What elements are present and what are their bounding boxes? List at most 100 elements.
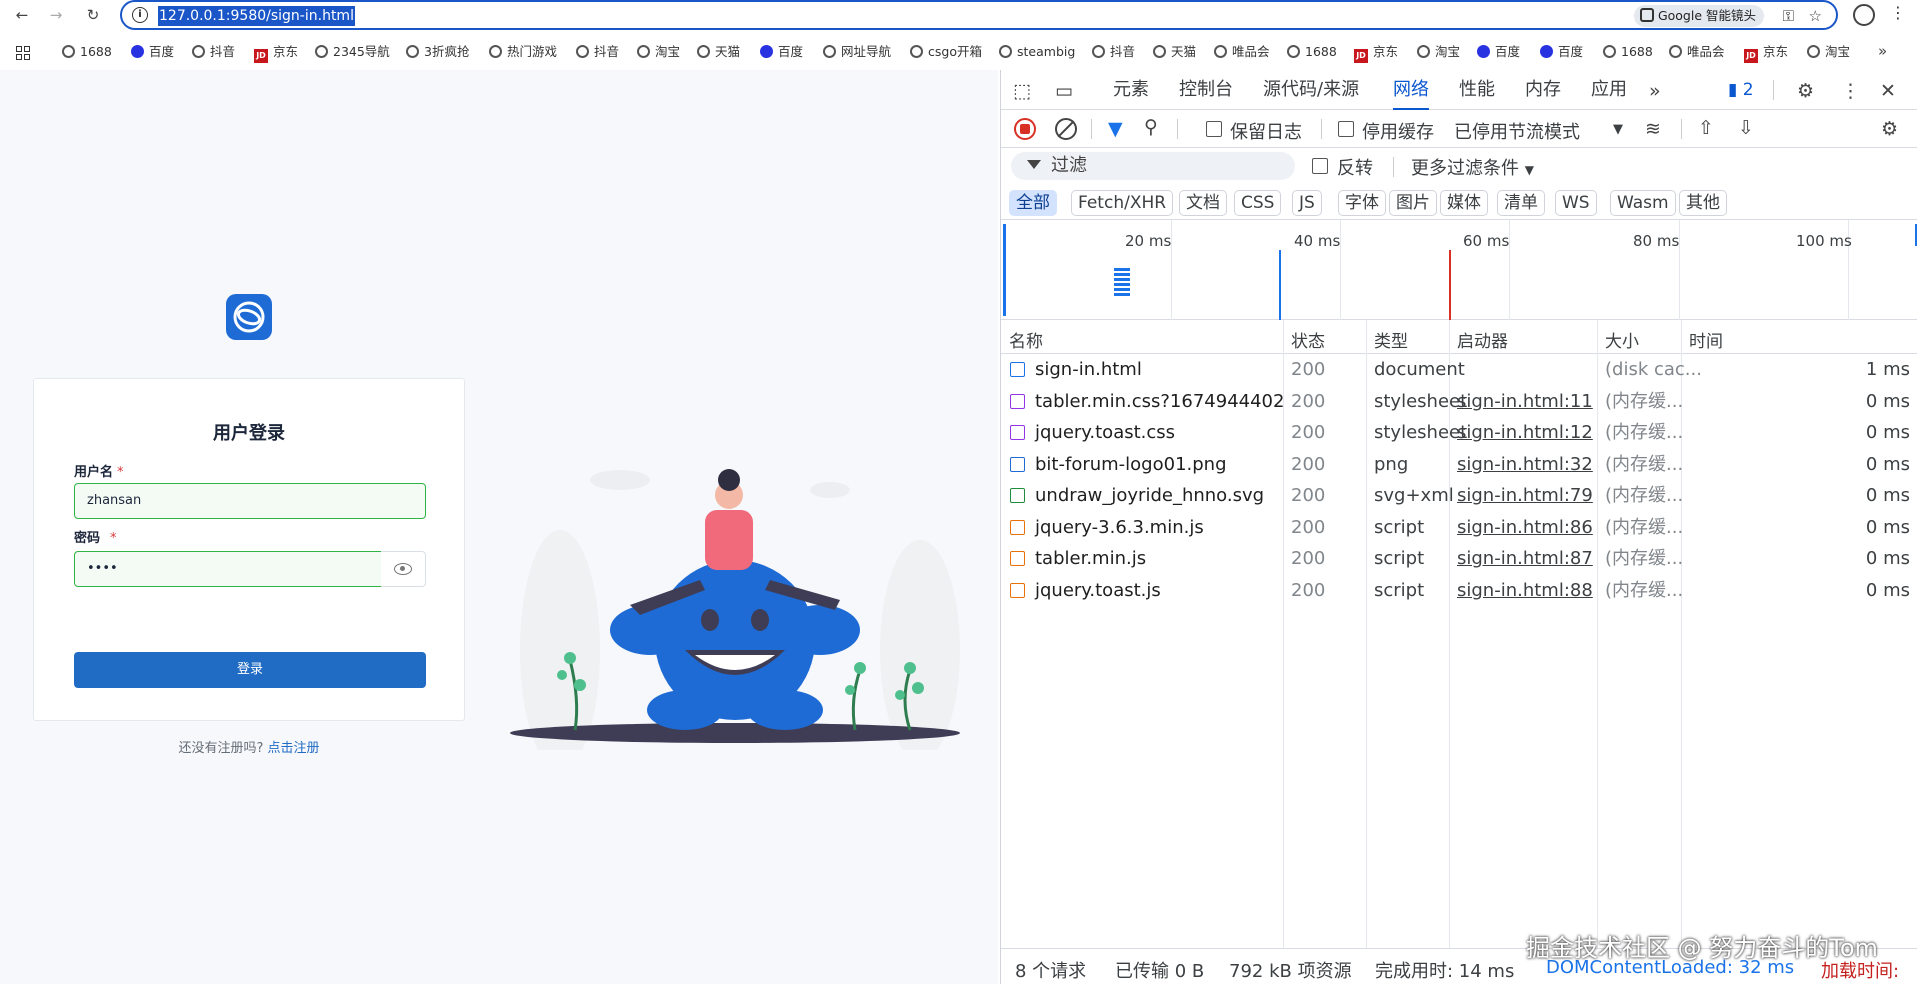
register-link[interactable]: 点击注册 — [268, 741, 320, 756]
bookmark-item[interactable]: 3折疯抢 — [406, 43, 469, 61]
bookmark-item[interactable]: 唯品会 — [1669, 43, 1725, 61]
messages-badge[interactable]: ▮ 2 — [1728, 80, 1754, 100]
type-filter-chip[interactable]: 媒体 — [1440, 190, 1488, 216]
bookmark-item[interactable]: JD 京东 — [254, 43, 298, 63]
disable-cache-checkbox[interactable] — [1338, 121, 1354, 137]
table-row[interactable]: sign-in.html 200 document (disk cac... 1 ms — [1001, 354, 1917, 385]
tab-performance[interactable]: 性能 — [1459, 70, 1495, 110]
username-input[interactable]: zhansan — [74, 483, 426, 519]
type-filter-chip[interactable]: Wasm — [1610, 190, 1676, 216]
google-lens-chip[interactable]: Google 智能镜头 — [1633, 5, 1764, 27]
bookmark-item[interactable]: 2345导航 — [315, 43, 390, 61]
cell-initiator[interactable]: sign-in.html:11 — [1457, 386, 1593, 417]
tab-memory[interactable]: 内存 — [1525, 70, 1561, 110]
forward-icon[interactable]: → — [46, 5, 66, 25]
table-row[interactable]: jquery.toast.css 200 stylesheet sign-in.htm… — [1001, 417, 1917, 448]
bookmark-item[interactable]: csgo开箱 — [910, 43, 982, 61]
network-conditions-icon[interactable]: ≋ — [1645, 118, 1661, 140]
bookmark-item[interactable]: 1688 — [1287, 43, 1337, 61]
bookmark-item[interactable]: 热门游戏 — [489, 43, 557, 61]
more-filters-dropdown[interactable]: 更多过滤条件 ▼ — [1411, 154, 1534, 180]
cell-initiator[interactable]: sign-in.html:86 — [1457, 512, 1593, 543]
clear-icon[interactable] — [1055, 118, 1077, 140]
type-filter-chip[interactable]: JS — [1292, 190, 1322, 216]
bookmark-item[interactable]: 天猫 — [697, 43, 740, 61]
bookmark-item[interactable]: 百度 — [1477, 43, 1520, 61]
type-filter-chip[interactable]: Fetch/XHR — [1071, 190, 1174, 216]
tab-sources[interactable]: 源代码/来源 — [1263, 70, 1359, 110]
bookmark-item[interactable]: 天猫 — [1153, 43, 1196, 61]
back-icon[interactable]: ← — [12, 5, 32, 25]
bookmark-star-icon[interactable]: ☆ — [1809, 7, 1822, 25]
close-devtools-icon[interactable]: ✕ — [1880, 80, 1896, 102]
throttle-dropdown-icon[interactable]: ▼ — [1613, 122, 1623, 137]
devtools-menu-icon[interactable]: ⋮ — [1841, 80, 1860, 102]
bookmark-item[interactable]: 抖音 — [576, 43, 619, 61]
type-filter-chip[interactable]: 清单 — [1497, 190, 1545, 216]
type-filter-chip[interactable]: 文档 — [1179, 190, 1227, 216]
bookmark-item[interactable]: 淘宝 — [1417, 43, 1460, 61]
bookmark-item[interactable]: 淘宝 — [637, 43, 680, 61]
more-bookmarks-icon[interactable]: » — [1878, 42, 1887, 60]
password-input[interactable]: •••• — [74, 551, 382, 587]
table-row[interactable]: bit-forum-logo01.png 200 png sign-in.html:3… — [1001, 449, 1917, 480]
tab-elements[interactable]: 元素 — [1113, 70, 1149, 110]
filter-funnel-icon[interactable]: ▼ — [1108, 118, 1123, 140]
network-settings-icon[interactable]: ⚙ — [1881, 118, 1898, 140]
col-time[interactable]: 时间 — [1689, 327, 1723, 352]
cell-initiator[interactable]: sign-in.html:79 — [1457, 480, 1593, 511]
col-initiator[interactable]: 启动器 — [1457, 327, 1508, 352]
bookmark-item[interactable]: 百度 — [1540, 43, 1583, 61]
device-toolbar-icon[interactable]: ▭ — [1055, 80, 1073, 102]
bookmark-item[interactable]: 1688 — [62, 43, 112, 61]
show-password-button[interactable] — [381, 551, 426, 587]
cell-initiator[interactable]: sign-in.html:32 — [1457, 449, 1593, 480]
bookmark-item[interactable]: 1688 — [1603, 43, 1653, 61]
bookmark-item[interactable]: 抖音 — [1092, 43, 1135, 61]
cell-initiator[interactable]: sign-in.html:12 — [1457, 417, 1593, 448]
tab-network[interactable]: 网络 — [1393, 70, 1429, 110]
type-filter-chip[interactable]: 图片 — [1389, 190, 1437, 216]
reload-icon[interactable]: ↻ — [83, 5, 103, 25]
login-button[interactable]: 登录 — [74, 652, 426, 688]
bookmark-item[interactable]: JD 京东 — [1744, 43, 1788, 63]
bookmark-item[interactable]: steambig — [999, 43, 1075, 61]
url-text[interactable]: 127.0.0.1:9580/sign-in.html — [158, 6, 355, 26]
table-row[interactable]: jquery.toast.js 200 script sign-in.html:88 (… — [1001, 575, 1917, 606]
profile-avatar-icon[interactable] — [1853, 4, 1875, 26]
col-type[interactable]: 类型 — [1374, 327, 1408, 352]
type-filter-chip[interactable]: 全部 — [1009, 190, 1057, 216]
type-filter-chip[interactable]: 其他 — [1679, 190, 1727, 216]
search-icon[interactable]: ⚲ — [1144, 116, 1158, 138]
cell-initiator[interactable]: sign-in.html:88 — [1457, 575, 1593, 606]
col-size[interactable]: 大小 — [1605, 327, 1639, 352]
bookmark-item[interactable]: JD 京东 — [1354, 43, 1398, 63]
import-har-icon[interactable]: ⇧ — [1698, 117, 1714, 139]
more-tabs-icon[interactable]: » — [1649, 80, 1661, 102]
throttle-select[interactable]: 已停用节流模式 — [1454, 118, 1580, 144]
tab-console[interactable]: 控制台 — [1179, 70, 1233, 110]
type-filter-chip[interactable]: CSS — [1234, 190, 1282, 216]
bookmark-item[interactable]: 抖音 — [192, 43, 235, 61]
settings-gear-icon[interactable]: ⚙ — [1797, 80, 1814, 102]
password-key-icon[interactable]: ⚿ — [1783, 7, 1794, 25]
site-info-icon[interactable]: i — [132, 7, 148, 23]
type-filter-chip[interactable]: WS — [1555, 190, 1597, 216]
bookmark-item[interactable]: 百度 — [760, 43, 803, 61]
bookmark-item[interactable]: 淘宝 — [1807, 43, 1850, 61]
tab-application[interactable]: 应用 — [1591, 70, 1627, 110]
invert-checkbox[interactable] — [1312, 158, 1328, 174]
export-har-icon[interactable]: ⇩ — [1738, 117, 1754, 139]
browser-menu-icon[interactable]: ⋮ — [1890, 3, 1906, 22]
bookmark-item[interactable]: 网址导航 — [823, 43, 891, 61]
apps-icon[interactable] — [16, 46, 30, 60]
col-name[interactable]: 名称 — [1009, 327, 1043, 352]
record-stop-icon[interactable] — [1014, 118, 1036, 140]
overview-left-handle[interactable] — [1003, 224, 1006, 316]
preserve-log-checkbox[interactable] — [1206, 121, 1222, 137]
filter-input[interactable]: 过滤 — [1011, 152, 1295, 180]
col-status[interactable]: 状态 — [1291, 327, 1325, 352]
inspect-element-icon[interactable]: ⬚ — [1013, 80, 1031, 102]
address-bar[interactable]: i 127.0.0.1:9580/sign-in.html Google 智能镜… — [120, 0, 1838, 30]
table-row[interactable]: tabler.min.css?1674944402 200 stylesheet si… — [1001, 386, 1917, 417]
